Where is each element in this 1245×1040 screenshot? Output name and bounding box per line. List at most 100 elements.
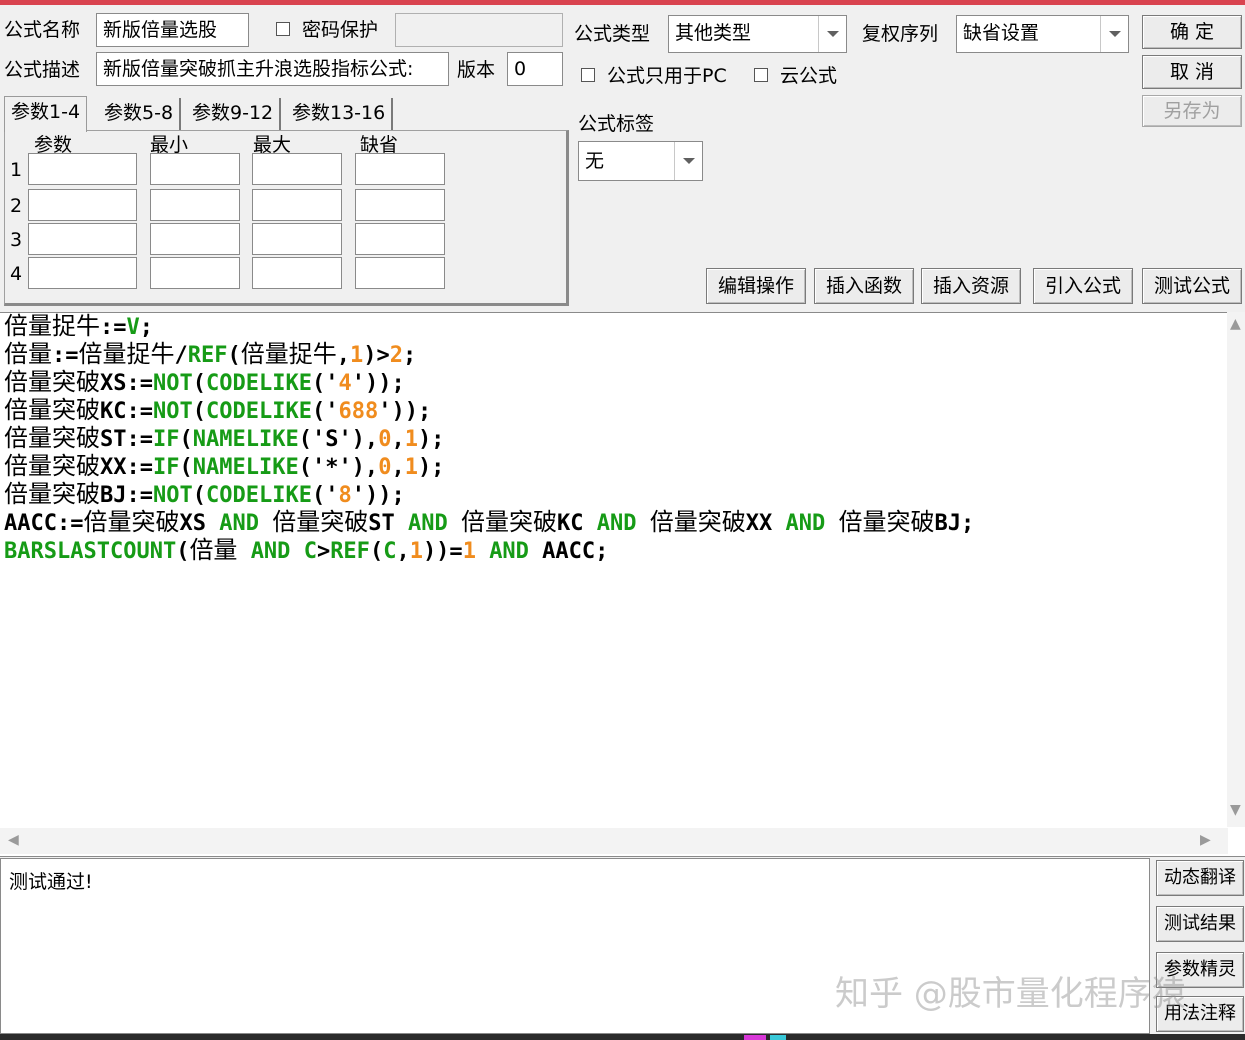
scroll-up-icon[interactable]: ▲ — [1230, 316, 1241, 332]
code-token: / — [174, 343, 188, 368]
restore-series-select[interactable]: 缺省设置 — [956, 15, 1129, 53]
code-token: 倍量突破 — [4, 424, 100, 452]
code-token: XX — [745, 511, 786, 536]
code-editor[interactable]: 倍量捉牛:=V; 倍量:=倍量捉牛/REF(倍量捉牛,1)>2; 倍量突破XS:=N… — [0, 312, 1245, 857]
password-input[interactable] — [395, 13, 563, 47]
code-keyword: V — [126, 315, 140, 340]
version-label: 版本 — [457, 59, 496, 81]
insert-function-button[interactable]: 插入函数 — [814, 268, 914, 304]
formula-name-label: 公式名称 — [4, 19, 81, 41]
formula-tag-select[interactable]: 无 — [578, 141, 703, 181]
tab-params-5-8[interactable]: 参数5-8 — [98, 98, 182, 130]
scroll-right-icon[interactable]: ▶ — [1200, 832, 1211, 848]
test-formula-button[interactable]: 测试公式 — [1142, 268, 1242, 304]
formula-tag-value: 无 — [585, 150, 605, 172]
param-default-cell[interactable] — [355, 153, 445, 185]
code-keyword: AND — [407, 511, 448, 536]
watermark: 知乎 @股市量化程序猿 — [835, 974, 1186, 1014]
version-input[interactable]: 0 — [507, 52, 563, 86]
param-name-cell[interactable] — [28, 153, 137, 185]
dynamic-translate-button[interactable]: 动态翻译 — [1156, 860, 1244, 896]
code-token: )> — [363, 343, 390, 368]
formula-type-select[interactable]: 其他类型 — [668, 15, 847, 53]
code-token: ( — [179, 427, 193, 452]
code-line: 倍量:=倍量捉牛/REF(倍量捉牛,1)>2; — [4, 341, 974, 369]
save-as-button[interactable]: 另存为 — [1142, 95, 1242, 127]
code-keyword: NAMELIKE — [192, 455, 299, 480]
pc-only-checkbox[interactable] — [581, 68, 595, 82]
insert-resource-button[interactable]: 插入资源 — [921, 268, 1021, 304]
code-text[interactable]: 倍量捉牛:=V; 倍量:=倍量捉牛/REF(倍量捉牛,1)>2; 倍量突破XS:=N… — [4, 313, 974, 565]
cloud-formula-checkbox[interactable] — [754, 68, 768, 82]
code-token: , — [391, 427, 405, 452]
param-default-cell[interactable] — [355, 223, 445, 255]
param-name-cell[interactable] — [28, 223, 137, 255]
code-keyword: REF — [187, 343, 228, 368]
param-min-cell[interactable] — [150, 257, 240, 289]
code-token: ( — [179, 455, 193, 480]
param-max-cell[interactable] — [252, 257, 342, 289]
code-keyword: C — [383, 539, 397, 564]
code-keyword: NOT — [152, 483, 193, 508]
password-checkbox[interactable] — [276, 22, 290, 36]
vertical-scrollbar[interactable]: ▲ ▼ — [1227, 312, 1245, 827]
cancel-button[interactable]: 取 消 — [1142, 55, 1242, 89]
restore-series-value: 缺省设置 — [963, 22, 1040, 44]
param-max-cell[interactable] — [252, 223, 342, 255]
code-token: ST:= — [100, 427, 153, 452]
code-token: > — [316, 539, 331, 564]
code-token: ; — [403, 343, 417, 368]
formula-name-input[interactable]: 新版倍量选股 — [96, 13, 249, 47]
param-row-number: 2 — [9, 195, 23, 217]
code-token: := — [100, 315, 127, 340]
edit-ops-button[interactable]: 编辑操作 — [706, 268, 806, 304]
code-token: ')); — [351, 483, 405, 508]
horizontal-scrollbar[interactable]: ◀ ▶ — [0, 828, 1228, 854]
code-token: ); — [417, 455, 445, 480]
code-token: (' — [311, 371, 339, 396]
window-top-bar — [0, 0, 1245, 5]
param-row-number: 3 — [9, 229, 23, 251]
password-label: 密码保护 — [302, 19, 379, 41]
code-token: BJ:= — [100, 483, 153, 508]
param-max-cell[interactable] — [252, 189, 342, 221]
code-constant: 4 — [338, 371, 352, 396]
tab-params-1-4[interactable]: 参数1-4 — [4, 96, 88, 132]
code-token: ( — [369, 539, 384, 564]
ok-button[interactable]: 确 定 — [1142, 15, 1242, 49]
tab-params-9-12[interactable]: 参数9-12 — [186, 98, 282, 130]
param-default-cell[interactable] — [355, 257, 445, 289]
code-token: ('S'), — [298, 427, 379, 452]
code-token: 倍量突破 — [4, 396, 100, 424]
code-token: 倍量 — [4, 340, 52, 368]
scroll-left-icon[interactable]: ◀ — [8, 832, 19, 848]
test-output-text: 测试通过! — [9, 871, 93, 893]
code-keyword: AND — [489, 539, 529, 564]
code-token: := — [52, 343, 79, 368]
param-name-cell[interactable] — [28, 257, 137, 289]
import-formula-button[interactable]: 引入公式 — [1033, 268, 1133, 304]
code-keyword: CODELIKE — [205, 399, 312, 424]
code-token: 倍量捉牛 — [240, 340, 337, 368]
param-min-cell[interactable] — [150, 223, 240, 255]
chevron-down-icon[interactable] — [818, 16, 846, 52]
code-constant: 688 — [338, 399, 379, 424]
code-constant: 1 — [462, 539, 476, 564]
formula-desc-label: 公式描述 — [4, 59, 81, 81]
chevron-down-icon[interactable] — [1100, 16, 1128, 52]
scroll-down-icon[interactable]: ▼ — [1230, 802, 1241, 818]
taskbar-marker — [744, 1035, 766, 1040]
param-min-cell[interactable] — [150, 153, 240, 185]
chevron-down-icon[interactable] — [674, 142, 702, 180]
param-max-cell[interactable] — [252, 153, 342, 185]
code-line: 倍量捉牛:=V; — [4, 313, 974, 341]
tab-params-13-16[interactable]: 参数13-16 — [286, 98, 394, 130]
formula-desc-input[interactable]: 新版倍量突破抓主升浪选股指标公式: — [96, 52, 449, 86]
test-result-button[interactable]: 测试结果 — [1156, 906, 1244, 942]
param-name-cell[interactable] — [28, 189, 137, 221]
code-token: ( — [192, 483, 206, 508]
param-min-cell[interactable] — [150, 189, 240, 221]
param-default-cell[interactable] — [355, 189, 445, 221]
